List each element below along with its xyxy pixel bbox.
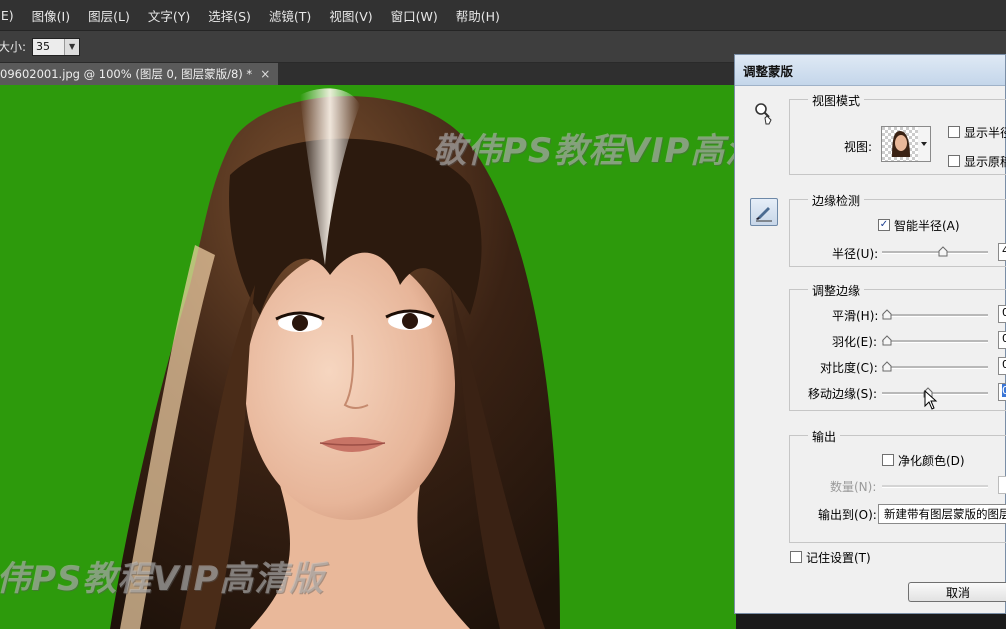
size-label: 大小:: [0, 40, 27, 54]
menu-image[interactable]: 图像(I): [32, 6, 70, 25]
menu-type[interactable]: 文字(Y): [148, 6, 190, 25]
menu-help[interactable]: 帮助(H): [456, 6, 500, 25]
show-original-checkbox[interactable]: [948, 155, 960, 167]
contrast-value: 0: [1002, 358, 1006, 371]
edge-detection-title: 边缘检测: [808, 192, 865, 209]
smooth-slider[interactable]: [882, 309, 988, 321]
view-label: 视图:: [844, 140, 873, 154]
amount-slider: [882, 480, 988, 492]
view-mode-select[interactable]: [881, 126, 931, 162]
menu-bar: (E) 图像(I) 图层(L) 文字(Y) 选择(S) 滤镜(T) 视图(V) …: [0, 0, 1006, 31]
radius-slider[interactable]: [882, 246, 988, 258]
document-tab-title: 09602001.jpg @ 100% (图层 0, 图层蒙版/8) *: [0, 67, 253, 81]
contrast-value-field[interactable]: 0: [998, 357, 1006, 375]
output-to-select[interactable]: 新建带有图层蒙版的图层: [878, 504, 1006, 524]
watermark-bottom: 伟PS教程VIP高清版: [0, 559, 325, 599]
amount-value-field: [998, 476, 1006, 494]
chevron-down-icon[interactable]: ▼: [64, 38, 80, 55]
smart-radius-label[interactable]: 智能半径(A): [894, 217, 960, 234]
menu-layer[interactable]: 图层(L): [88, 6, 130, 25]
size-value[interactable]: 35: [33, 40, 64, 53]
refine-mask-dialog: 调整蒙版 视图模式 视图: 显示半 显示原 边缘检测 ✓ 智能半径(A) 半径(…: [734, 54, 1006, 614]
feather-value: 0: [1002, 332, 1006, 345]
cancel-button-label: 取消: [945, 585, 970, 600]
radius-label: 半径(U):: [832, 247, 879, 261]
adjust-edge-group: 调整边缘 平滑(H): 0 羽化(E): 0 对比度(C): 0 移动边缘(S)…: [789, 282, 1006, 411]
document-tab[interactable]: 09602001.jpg @ 100% (图层 0, 图层蒙版/8) * ×: [0, 63, 278, 85]
radius-slider-thumb[interactable]: [938, 246, 948, 257]
output-title: 输出: [808, 428, 841, 445]
size-field[interactable]: 35 ▼: [32, 37, 81, 56]
feather-value-field[interactable]: 0: [998, 331, 1006, 349]
zoom-tool-icon[interactable]: [751, 101, 777, 127]
radius-value-field[interactable]: 4: [998, 243, 1006, 261]
shift-edge-value-field[interactable]: 0: [998, 383, 1006, 401]
show-original-label[interactable]: 显示原稿: [964, 153, 1006, 170]
dialog-title[interactable]: 调整蒙版: [735, 55, 1005, 86]
decontaminate-label[interactable]: 净化颜色(D): [898, 452, 965, 469]
feather-label: 羽化(E):: [832, 335, 877, 349]
cancel-button[interactable]: 取消: [908, 582, 1006, 602]
feather-slider[interactable]: [882, 335, 988, 347]
show-radius-checkbox[interactable]: [948, 126, 960, 138]
close-icon[interactable]: ×: [260, 67, 270, 81]
menu-select[interactable]: 选择(S): [208, 6, 251, 25]
output-group: 输出 净化颜色(D) 数量(N): 输出到(O): 新建带有图层蒙版的图层: [789, 428, 1006, 543]
menu-view[interactable]: 视图(V): [329, 6, 372, 25]
refine-radius-brush-icon[interactable]: [750, 198, 778, 226]
smooth-value-field[interactable]: 0: [998, 305, 1006, 323]
adjust-edge-title: 调整边缘: [808, 282, 865, 299]
contrast-slider-thumb[interactable]: [882, 361, 892, 372]
view-mode-title: 视图模式: [808, 92, 865, 109]
output-to-value: 新建带有图层蒙版的图层: [884, 507, 1006, 521]
amount-label: 数量(N):: [830, 480, 877, 494]
edge-detection-group: 边缘检测 ✓ 智能半径(A) 半径(U): 4: [789, 192, 1006, 267]
remember-settings-checkbox[interactable]: [790, 551, 802, 563]
menu-edit[interactable]: (E): [0, 8, 14, 23]
watermark-top: 敬伟PS教程VIP高清版: [432, 131, 736, 171]
remember-settings-label[interactable]: 记住设置(T): [806, 549, 871, 566]
view-mode-group: 视图模式 视图: 显示半径 显示原稿: [789, 92, 1006, 175]
radius-value: 4: [1002, 244, 1006, 257]
canvas[interactable]: 敬伟PS教程VIP高清版 伟PS教程VIP高清版: [0, 85, 736, 629]
mouse-cursor-icon: [924, 390, 938, 410]
bottom-status-area: [736, 612, 1006, 629]
show-radius-label[interactable]: 显示半径: [964, 124, 1006, 141]
menu-window[interactable]: 窗口(W): [391, 6, 438, 25]
contrast-label: 对比度(C):: [820, 361, 878, 375]
decontaminate-checkbox[interactable]: [882, 454, 894, 466]
output-to-label: 输出到(O):: [818, 508, 877, 522]
shift-edge-label: 移动边缘(S):: [808, 387, 878, 401]
smooth-label: 平滑(H):: [832, 309, 879, 323]
smart-radius-checkbox[interactable]: ✓: [878, 219, 890, 231]
feather-slider-thumb[interactable]: [882, 335, 892, 346]
smooth-value: 0: [1002, 306, 1006, 319]
contrast-slider[interactable]: [882, 361, 988, 373]
shift-edge-value: 0: [1002, 384, 1006, 397]
smooth-slider-thumb[interactable]: [882, 309, 892, 320]
menu-filter[interactable]: 滤镜(T): [269, 6, 311, 25]
